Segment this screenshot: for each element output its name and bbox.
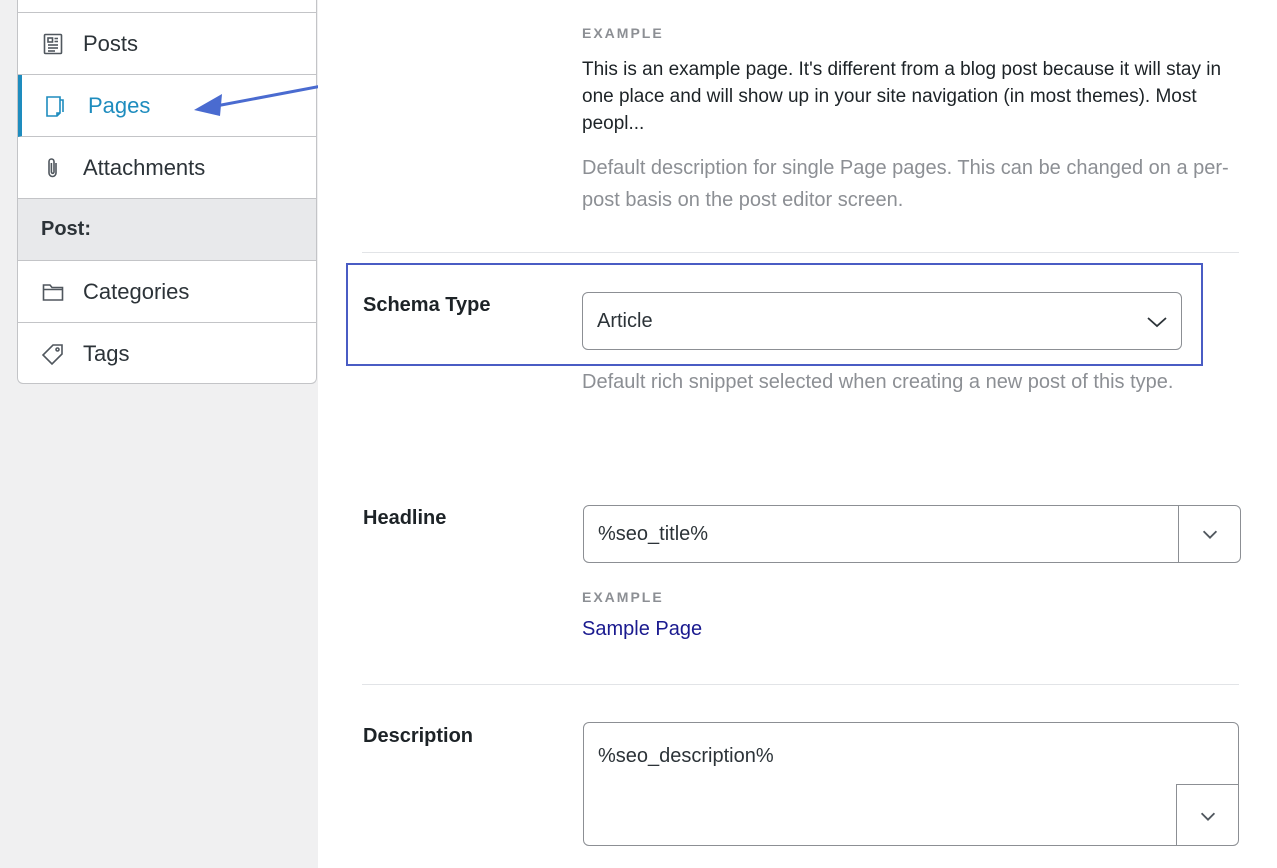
- example-text: This is an example page. It's different …: [582, 59, 1222, 134]
- sidebar-section-label: Post:: [41, 218, 91, 240]
- schema-type-value: Article: [597, 309, 653, 332]
- sidebar-item-attachments[interactable]: Attachments: [18, 137, 316, 199]
- chevron-down-icon: [1147, 317, 1167, 328]
- headline-input-group: %seo_title%: [583, 505, 1241, 563]
- sidebar-section-post: Post:: [18, 199, 316, 261]
- sidebar-item-label: Attachments: [83, 154, 206, 180]
- sidebar-item-label: Posts: [83, 30, 139, 56]
- sidebar-item-label: Categories: [83, 278, 190, 304]
- headline-smart-tags-button[interactable]: [1178, 506, 1240, 562]
- example-label: EXAMPLE: [582, 25, 664, 41]
- headline-input[interactable]: %seo_title%: [598, 523, 708, 546]
- sidebar-item-tags[interactable]: Tags: [18, 323, 316, 383]
- tag-icon: [41, 342, 65, 366]
- sidebar-item-posts[interactable]: Posts: [18, 13, 316, 75]
- schema-type-select[interactable]: Article: [582, 292, 1182, 350]
- sidebar-item-label: Tags: [83, 341, 130, 366]
- paperclip-icon: [41, 156, 65, 180]
- headline-example-label: EXAMPLE: [582, 589, 664, 605]
- default-description-help: Default description for single Page page…: [582, 157, 1229, 211]
- sidebar-item-categories[interactable]: Categories: [18, 261, 316, 323]
- divider: [362, 684, 1239, 685]
- chevron-down-icon: [1202, 530, 1217, 539]
- page-icon: [43, 94, 67, 118]
- sidebar-item-pages[interactable]: Pages: [18, 75, 316, 137]
- folder-icon: [41, 280, 65, 304]
- headline-example-link[interactable]: Sample Page: [582, 618, 702, 641]
- description-label: Description: [363, 725, 474, 747]
- settings-panel: EXAMPLE This is an example page. It's di…: [318, 0, 1277, 868]
- divider: [362, 252, 1239, 253]
- headline-label: Headline: [363, 507, 447, 529]
- description-smart-tags-button[interactable]: [1176, 784, 1238, 846]
- schema-type-help: Default rich snippet selected when creat…: [582, 371, 1174, 393]
- chevron-down-icon: [1200, 812, 1215, 821]
- description-textarea[interactable]: %seo_description%: [598, 745, 774, 768]
- posts-icon: [41, 32, 65, 56]
- description-textarea-group: %seo_description%: [583, 722, 1239, 846]
- sidebar-item-label: Pages: [88, 92, 151, 118]
- schema-type-label: Schema Type: [363, 294, 491, 316]
- sidebar-top-edge: [18, 0, 316, 13]
- post-type-sidebar: Posts Pages Attachments Post: Categories…: [17, 0, 317, 384]
